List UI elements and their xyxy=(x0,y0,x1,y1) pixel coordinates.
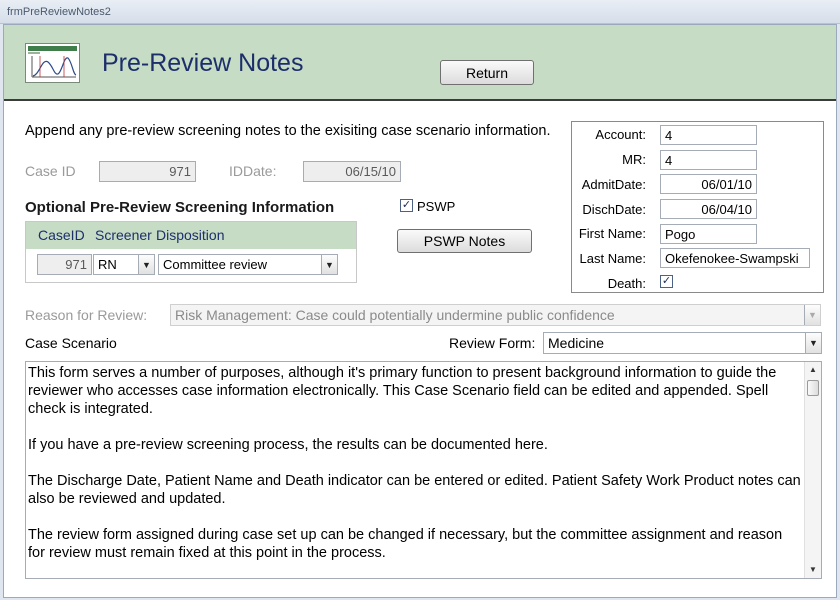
scenario-paragraph: The Discharge Date, Patient Name and Dea… xyxy=(28,473,801,507)
admit-date-label: AdmitDate: xyxy=(581,177,646,192)
death-checkbox[interactable]: ✓ xyxy=(660,275,673,288)
disch-date-field[interactable]: 06/04/10 xyxy=(660,199,757,219)
case-id-label: Case ID xyxy=(25,163,76,179)
scenario-paragraph: The review form assigned during case set… xyxy=(28,527,783,561)
last-name-label: Last Name: xyxy=(579,251,646,266)
mr-label: MR: xyxy=(622,152,646,167)
intro-text: Append any pre-review screening notes to… xyxy=(25,123,551,139)
screening-column-header: CaseID Screener Disposition xyxy=(26,222,356,249)
chevron-down-icon: ▼ xyxy=(804,305,820,325)
chart-logo-icon xyxy=(25,43,80,83)
screener-value: RN xyxy=(98,257,117,272)
scrollbar-thumb[interactable] xyxy=(807,380,819,396)
first-name-field[interactable]: Pogo xyxy=(660,224,757,244)
screening-caseid-field: 971 xyxy=(37,254,92,275)
chevron-down-icon[interactable]: ▼ xyxy=(321,255,337,274)
window-title: frmPreReviewNotes2 xyxy=(7,6,111,18)
pswp-notes-button[interactable]: PSWP Notes xyxy=(397,229,532,253)
screening-subform: CaseID Screener Disposition 971 RN ▼ Com… xyxy=(25,221,357,283)
review-form-value: Medicine xyxy=(548,335,605,351)
id-date-field: 06/15/10 xyxy=(303,161,401,182)
account-field[interactable]: 4 xyxy=(660,125,757,145)
pswp-label: PSWP xyxy=(417,199,456,214)
death-label: Death: xyxy=(607,276,646,291)
reason-value: Risk Management: Case could potentially … xyxy=(175,307,615,323)
review-form-label: Review Form: xyxy=(449,335,536,351)
case-scenario-textarea[interactable]: This form serves a number of purposes, a… xyxy=(25,361,822,579)
reason-label: Reason for Review: xyxy=(25,307,148,323)
form-header: Pre-Review Notes Return xyxy=(4,25,836,101)
memo-scrollbar[interactable]: ▲ ▼ xyxy=(804,362,821,578)
column-caseid: CaseID xyxy=(38,227,85,243)
chevron-down-icon[interactable]: ▼ xyxy=(805,333,821,353)
account-label: Account: xyxy=(595,127,646,142)
pswp-checkbox[interactable]: ✓ xyxy=(400,199,413,212)
pre-review-notes-form: Pre-Review Notes Return Append any pre-r… xyxy=(3,24,837,598)
column-screener: Screener xyxy=(95,227,152,243)
case-id-field: 971 xyxy=(99,161,196,182)
return-button[interactable]: Return xyxy=(440,60,534,85)
screening-title: Optional Pre-Review Screening Informatio… xyxy=(25,199,335,216)
reason-select: Risk Management: Case could potentially … xyxy=(170,304,821,326)
column-disposition: Disposition xyxy=(156,227,225,243)
page-title: Pre-Review Notes xyxy=(102,49,304,77)
admit-date-field[interactable]: 06/01/10 xyxy=(660,174,757,194)
id-date-label: IDDate: xyxy=(229,163,277,179)
scenario-paragraph: If you have a pre-review screening proce… xyxy=(28,437,548,453)
disch-date-label: DischDate: xyxy=(582,202,646,217)
case-scenario-label: Case Scenario xyxy=(25,335,117,351)
scroll-down-icon[interactable]: ▼ xyxy=(805,562,821,578)
screener-select[interactable]: RN ▼ xyxy=(93,254,155,275)
scroll-up-icon[interactable]: ▲ xyxy=(805,362,821,378)
last-name-field[interactable]: Okefenokee-Swampski xyxy=(660,248,810,268)
patient-panel: Account: 4 MR: 4 AdmitDate: 06/01/10 Dis… xyxy=(571,121,824,293)
checkmark-icon: ✓ xyxy=(661,275,672,287)
window-titlebar: frmPreReviewNotes2 xyxy=(0,0,840,24)
mr-field[interactable]: 4 xyxy=(660,150,757,170)
first-name-label: First Name: xyxy=(578,226,646,241)
review-form-select[interactable]: Medicine ▼ xyxy=(543,332,822,354)
chevron-down-icon[interactable]: ▼ xyxy=(138,255,154,274)
disposition-value: Committee review xyxy=(163,257,268,272)
scenario-paragraph: This form serves a number of purposes, a… xyxy=(28,365,777,417)
disposition-select[interactable]: Committee review ▼ xyxy=(158,254,338,275)
checkmark-icon: ✓ xyxy=(401,199,412,211)
